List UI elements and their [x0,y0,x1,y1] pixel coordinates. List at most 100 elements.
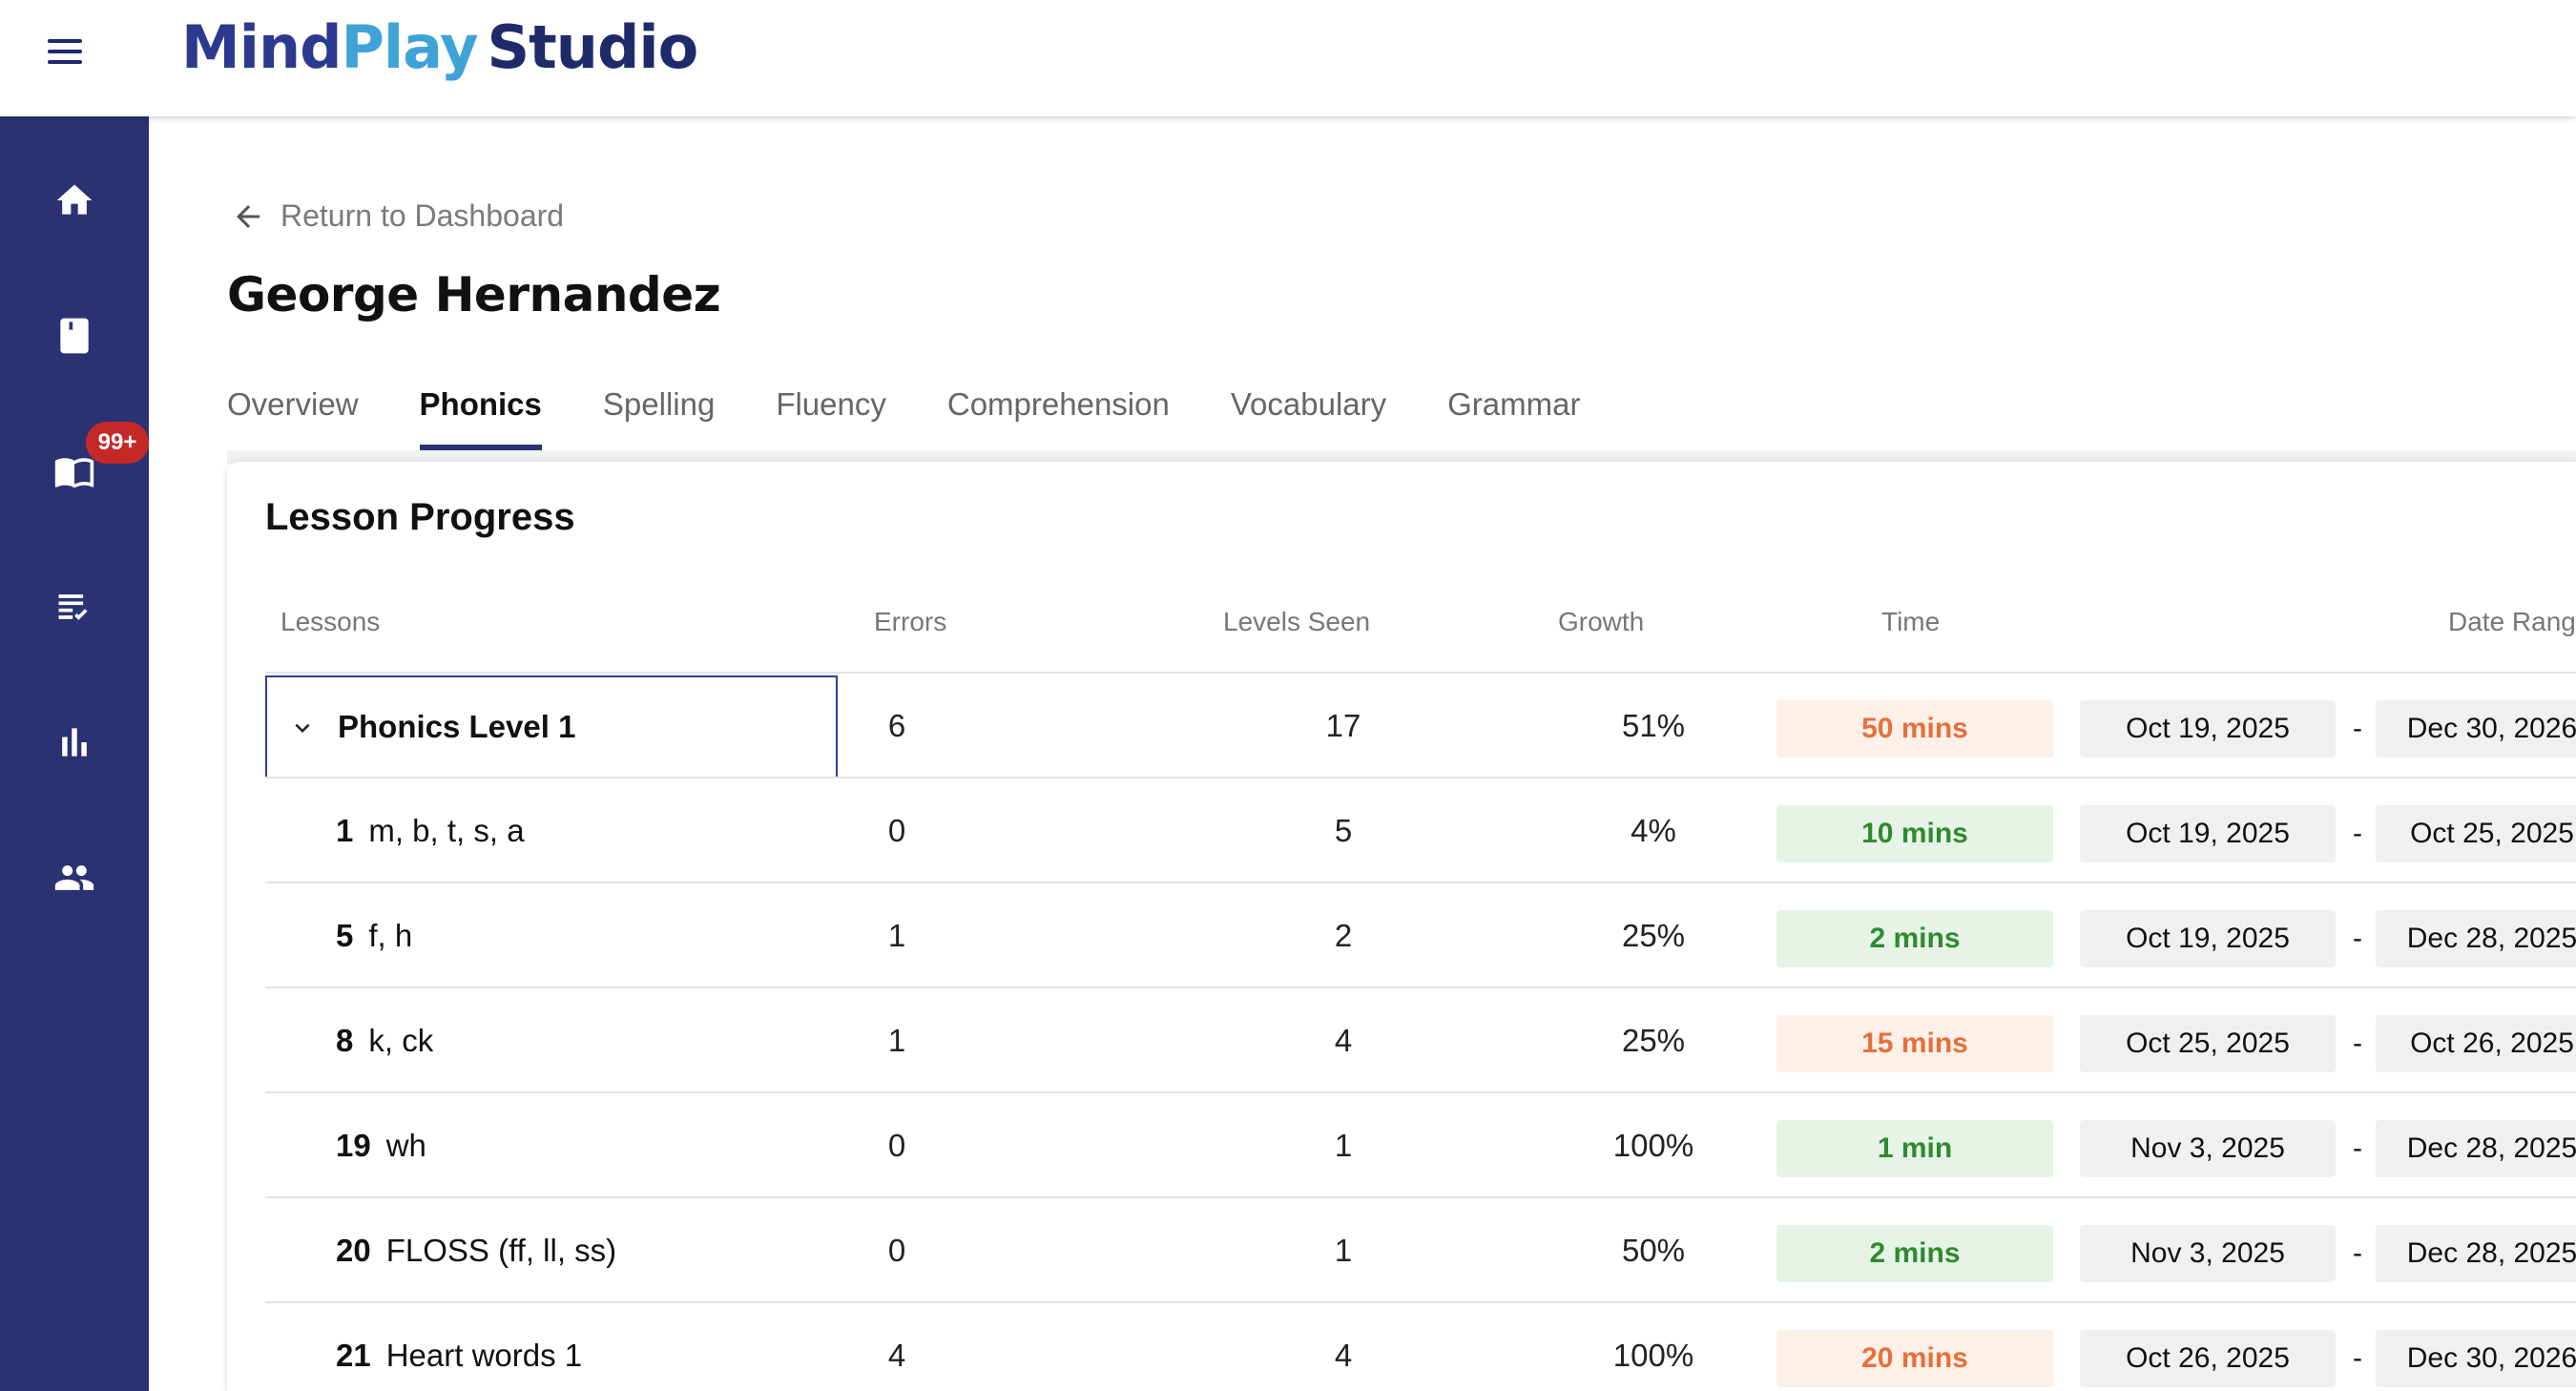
errors-link[interactable]: 0 [888,1128,905,1164]
date-end-button[interactable]: Dec 28, 2025 [2376,1225,2576,1282]
column-header-growth: Growth [1558,607,1645,636]
return-to-dashboard-link[interactable]: Return to Dashboard [231,198,564,234]
date-separator: - [2353,713,2362,744]
errors-link[interactable]: 0 [888,813,905,849]
home-icon [56,184,93,215]
table-row: 21 Heart words 1 4 4 100% 20 mins Oct 26, 2025… [265,1301,2576,1391]
time-pill: 2 mins [1776,910,2053,967]
tab-grammar[interactable]: Grammar [1447,382,1580,450]
menu-icon[interactable] [48,34,82,69]
lesson-number: 5 [336,918,354,953]
tab-fluency[interactable]: Fluency [776,382,886,450]
logo-mind: Mind [181,12,342,82]
table-row: 19 wh 0 1 100% 1 min Nov 3, 2025- Dec 28, 2025 [265,1091,2576,1196]
date-separator: - [2353,1237,2362,1269]
date-end-button[interactable]: Dec 28, 2025 [2376,1120,2576,1177]
column-header-errors: Errors [874,607,947,636]
date-start-button[interactable]: Oct 19, 2025 [2080,805,2336,862]
arrow-left-icon [237,204,260,228]
errors-cell: 0 [847,779,946,883]
tab-vocabulary[interactable]: Vocabulary [1231,382,1386,450]
column-header-date-range: Date Range [2448,607,2576,636]
lesson-cell: 8 k, ck [336,988,433,1093]
date-separator: - [2353,1132,2362,1164]
top-bar: MindPlay Studio [0,0,2576,116]
lesson-name: k, ck [368,1023,434,1058]
levels-seen-cell: 1 [1334,1128,1353,1163]
sidebar-item-assignments[interactable] [0,559,149,654]
lesson-cell: 5 f, h [336,883,412,988]
tab-overview[interactable]: Overview [227,382,359,450]
errors-cell: 6 [847,674,946,779]
time-pill: 2 mins [1776,1225,2053,1282]
errors-link[interactable]: 6 [888,708,905,744]
levels-seen-cell: 2 [1334,918,1353,953]
lesson-number: 8 [336,1023,354,1058]
lesson-number: 19 [336,1128,371,1163]
lesson-cell: 21 Heart words 1 [336,1303,582,1391]
table-header: Lessons Errors Levels Seen Growth Time D… [265,603,2576,654]
lesson-name: FLOSS (ff, ll, ss) [385,1233,617,1268]
lesson-cell: 1 m, b, t, s, a [336,779,525,883]
logo-play: Play [341,12,478,82]
date-end-button[interactable]: Oct 25, 2025 [2376,805,2576,862]
errors-cell: 0 [847,1093,946,1198]
lesson-name: f, h [368,918,413,953]
lesson-number: 21 [336,1338,371,1373]
table-row: 8 k, ck 1 4 25% 15 mins Oct 25, 2025- Oct 26, 2… [265,986,2576,1091]
levels-seen-cell: 4 [1334,1338,1353,1373]
main-content: Return to Dashboard George Hernandez Ove… [149,116,2576,1391]
lesson-name: wh [385,1128,426,1163]
table-row: 20 FLOSS (ff, ll, ss) 0 1 50% 2 mins Nov 3, 20… [265,1196,2576,1301]
phonics-level-toggle[interactable]: Phonics Level 1 [265,675,838,779]
column-header-levels-seen: Levels Seen [1223,607,1371,636]
tab-comprehension[interactable]: Comprehension [947,382,1170,450]
lesson-cell: 19 wh [336,1093,426,1198]
time-pill: 10 mins [1776,805,2053,862]
levels-seen-cell: 4 [1334,1023,1353,1058]
assignments-icon [58,594,88,620]
date-start-button[interactable]: Oct 19, 2025 [2080,910,2336,967]
time-pill: 1 min [1776,1120,2053,1177]
sidebar-item-library[interactable] [0,288,149,384]
date-separator: - [2353,1028,2362,1059]
sidebar [0,116,149,1391]
sidebar-item-students[interactable] [0,830,149,925]
time-pill: 50 mins [1776,700,2053,758]
date-end-button[interactable]: Oct 26, 2025 [2376,1015,2576,1072]
tab-phonics[interactable]: Phonics [419,382,543,450]
sidebar-item-home[interactable] [0,153,149,248]
date-start-button[interactable]: Nov 3, 2025 [2080,1120,2336,1177]
date-start-button[interactable]: Oct 19, 2025 [2080,700,2336,758]
errors-link[interactable]: 1 [888,1023,905,1059]
tab-spelling[interactable]: Spelling [603,382,715,450]
date-end-button[interactable]: Dec 30, 2026 [2376,700,2576,758]
errors-cell: 1 [847,988,946,1093]
sidebar-item-reports[interactable] [0,695,149,790]
card-title: Lesson Progress [265,496,575,538]
notification-badge: 99+ [86,422,149,464]
lesson-number: 20 [336,1233,371,1268]
date-separator: - [2353,923,2362,954]
date-separator: - [2353,1342,2362,1374]
date-start-button[interactable]: Oct 26, 2025 [2080,1330,2336,1387]
errors-link[interactable]: 0 [888,1233,905,1269]
date-end-button[interactable]: Dec 30, 2026 [2376,1330,2576,1387]
errors-cell: 4 [847,1303,946,1391]
lesson-number: 1 [336,813,354,848]
lesson-name: Heart words 1 [385,1338,583,1373]
levels-seen-cell: 1 [1334,1233,1353,1268]
chevron-down-icon [295,723,310,733]
lesson-cell: 20 FLOSS (ff, ll, ss) [336,1198,616,1303]
time-pill: 20 mins [1776,1330,2053,1387]
lesson-progress-card: Lesson Progress Lessons Errors Levels Se… [227,462,2576,1391]
date-start-button[interactable]: Oct 25, 2025 [2080,1015,2336,1072]
date-end-button[interactable]: Dec 28, 2025 [2376,910,2576,967]
levels-seen-cell: 5 [1334,813,1353,848]
table-row: 5 f, h 1 2 25% 2 mins Oct 19, 2025- Dec 28, 202… [265,882,2576,986]
errors-link[interactable]: 4 [888,1338,905,1374]
app-logo[interactable]: MindPlay Studio [181,12,699,82]
logo-studio: Studio [487,12,699,82]
errors-link[interactable]: 1 [888,918,905,954]
date-start-button[interactable]: Nov 3, 2025 [2080,1225,2336,1282]
